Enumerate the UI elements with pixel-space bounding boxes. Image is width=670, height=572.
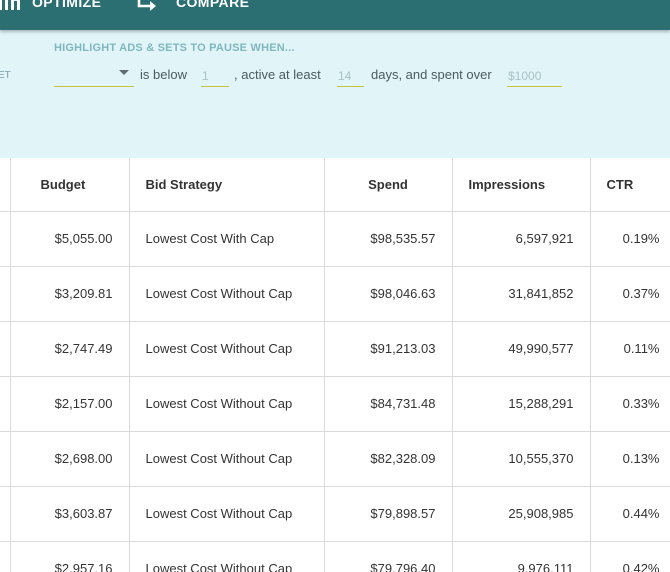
row-cut-cell <box>0 265 11 322</box>
compare-nav-label: COMPARE <box>176 0 250 10</box>
ctr-cell: 0.37% <box>589 265 670 322</box>
days-input[interactable] <box>337 65 364 87</box>
header-bid-strategy[interactable]: Bid Strategy <box>128 158 325 212</box>
impressions-cell: 10,555,370 <box>451 430 591 487</box>
budget-cell: $2,157.00 <box>9 375 130 432</box>
row-cut-cell <box>0 210 11 267</box>
filter-heading: HIGHLIGHT ADS & SETS TO PAUSE WHEN... <box>54 42 295 54</box>
truncated-filter-label: ET <box>0 70 11 81</box>
impressions-cell: 25,908,985 <box>451 485 591 542</box>
bid-strategy-cell: Lowest Cost With Cap <box>128 210 325 267</box>
spend-cell: $84,731.48 <box>323 375 453 432</box>
budget-cell: $2,698.00 <box>9 430 130 487</box>
impressions-cell: 49,990,577 <box>451 320 591 377</box>
table-header-row: Budget Bid Strategy Spend Impressions CT… <box>0 158 670 212</box>
bid-strategy-cell: Lowest Cost Without Cap <box>128 540 325 572</box>
ads-table-container: Budget Bid Strategy Spend Impressions CT… <box>0 158 670 572</box>
table-row[interactable]: $5,055.00 Lowest Cost With Cap $98,535.5… <box>0 210 670 267</box>
header-budget[interactable]: Budget <box>9 158 130 212</box>
spend-cell: $91,213.03 <box>323 320 453 377</box>
budget-cell: $2,747.49 <box>9 320 130 377</box>
row-cut-cell <box>0 320 11 377</box>
impressions-cell: 6,597,921 <box>451 210 591 267</box>
header-impressions[interactable]: Impressions <box>451 158 591 212</box>
spend-cell: $79,898.57 <box>323 485 453 542</box>
spend-cell: $98,046.63 <box>323 265 453 322</box>
spend-cell: $98,535.57 <box>323 210 453 267</box>
optimize-nav-button[interactable]: OPTIMIZE <box>0 0 101 12</box>
bid-strategy-cell: Lowest Cost Without Cap <box>128 485 325 542</box>
threshold-input[interactable] <box>201 65 229 87</box>
top-nav-bar: OPTIMIZE COMPARE <box>0 0 670 30</box>
ctr-cell: 0.13% <box>589 430 670 487</box>
table-row[interactable]: $2,957.16 Lowest Cost Without Cap $79,79… <box>0 540 670 572</box>
ctr-cell: 0.44% <box>589 485 670 542</box>
bar-chart-icon <box>0 0 20 12</box>
row-cut-cell <box>0 540 11 572</box>
optimize-nav-label: OPTIMIZE <box>32 0 102 10</box>
metric-select[interactable] <box>54 65 134 87</box>
table-row[interactable]: $2,747.49 Lowest Cost Without Cap $91,21… <box>0 320 670 377</box>
days-spent-over-label: days, and spent over <box>371 67 492 82</box>
header-spend[interactable]: Spend <box>323 158 453 212</box>
highlight-filter-panel: HIGHLIGHT ADS & SETS TO PAUSE WHEN... ET… <box>0 30 670 158</box>
bid-strategy-cell: Lowest Cost Without Cap <box>128 430 325 487</box>
caret-down-icon <box>119 70 129 75</box>
compare-arrow-icon <box>136 0 160 12</box>
is-below-label: is below <box>140 67 187 82</box>
budget-cell: $3,209.81 <box>9 265 130 322</box>
bid-strategy-cell: Lowest Cost Without Cap <box>128 320 325 377</box>
row-cut-cell <box>0 485 11 542</box>
impressions-cell: 15,288,291 <box>451 375 591 432</box>
table-row[interactable]: $3,603.87 Lowest Cost Without Cap $79,89… <box>0 485 670 542</box>
row-cut-cell <box>0 375 11 432</box>
compare-nav-button[interactable]: COMPARE <box>136 0 249 12</box>
budget-cell: $2,957.16 <box>9 540 130 572</box>
table-row[interactable]: $2,157.00 Lowest Cost Without Cap $84,73… <box>0 375 670 432</box>
spend-cell: $79,796.40 <box>323 540 453 572</box>
spent-over-input[interactable] <box>507 65 562 87</box>
ctr-cell: 0.42% <box>589 540 670 572</box>
table-row[interactable]: $3,209.81 Lowest Cost Without Cap $98,04… <box>0 265 670 322</box>
spend-cell: $82,328.09 <box>323 430 453 487</box>
impressions-cell: 9,976,111 <box>451 540 591 572</box>
budget-cell: $5,055.00 <box>9 210 130 267</box>
ads-table: Budget Bid Strategy Spend Impressions CT… <box>0 158 670 572</box>
header-ctr[interactable]: CTR <box>589 158 670 212</box>
active-at-least-label: , active at least <box>234 67 321 82</box>
ctr-cell: 0.11% <box>589 320 670 377</box>
table-row[interactable]: $2,698.00 Lowest Cost Without Cap $82,32… <box>0 430 670 487</box>
row-cut-cell <box>0 430 11 487</box>
impressions-cell: 31,841,852 <box>451 265 591 322</box>
header-cut-cell <box>0 158 11 212</box>
bid-strategy-cell: Lowest Cost Without Cap <box>128 265 325 322</box>
ctr-cell: 0.33% <box>589 375 670 432</box>
bid-strategy-cell: Lowest Cost Without Cap <box>128 375 325 432</box>
budget-cell: $3,603.87 <box>9 485 130 542</box>
ctr-cell: 0.19% <box>589 210 670 267</box>
